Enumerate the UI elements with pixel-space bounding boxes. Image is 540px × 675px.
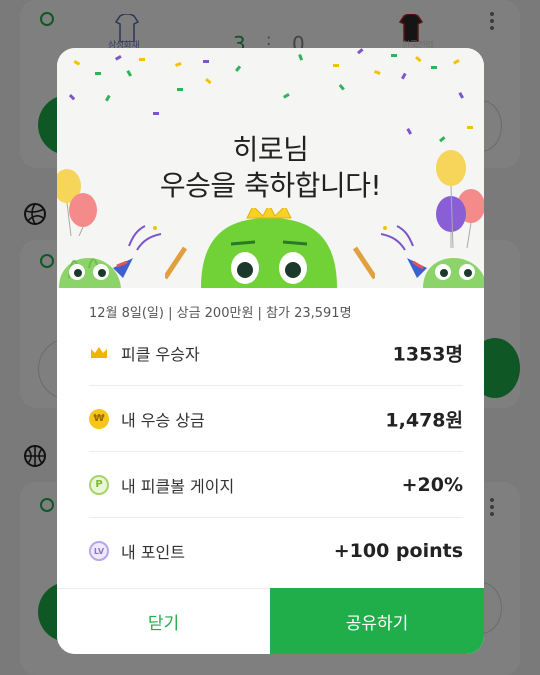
victory-modal: 히로님 우승을 축하합니다! 12월 8일(일) | 상금 200만원 | 참가… [57,48,484,654]
celebration-banner: 히로님 우승을 축하합니다! [57,48,484,288]
won-coin-icon: ₩ [89,408,109,429]
lv-coin-icon: LV [89,541,109,561]
balloons-left-icon [57,169,97,236]
mascot-right-icon [407,258,484,288]
close-button[interactable]: 닫기 [57,588,270,654]
crown-icon [91,346,107,358]
gauge-label: 내 피클볼 게이지 [121,476,235,496]
mascot-center-icon [165,208,375,288]
prize-label: 내 우승 상금 [121,410,205,430]
balloons-right-icon [436,150,484,248]
points-label: 내 포인트 [121,543,185,562]
gauge-row: P 내 피클볼 게이지 +20% [89,452,463,518]
sparkle-left-icon [128,225,162,251]
title-congrats: 우승을 축하합니다! [159,169,382,202]
prize-row: ₩ 내 우승 상금 1,478원 [89,386,463,452]
victory-title: 히로님 우승을 축하합니다! [57,132,484,204]
prize-value: 1,478원 [385,409,463,431]
winners-row: 피클 우승자 1353명 [89,320,463,386]
gauge-value: +20% [401,473,463,496]
winners-value: 1353명 [392,343,463,365]
points-value: +100 points [333,540,463,562]
share-button[interactable]: 공유하기 [270,588,484,654]
winners-label: 피클 우승자 [121,344,200,364]
title-user-name: 히로님 [232,133,309,166]
contest-meta: 12월 8일(일) | 상금 200만원 | 참가 23,591명 [89,306,352,321]
points-row: LV 내 포인트 +100 points [89,518,463,584]
p-coin-icon: P [89,474,109,495]
